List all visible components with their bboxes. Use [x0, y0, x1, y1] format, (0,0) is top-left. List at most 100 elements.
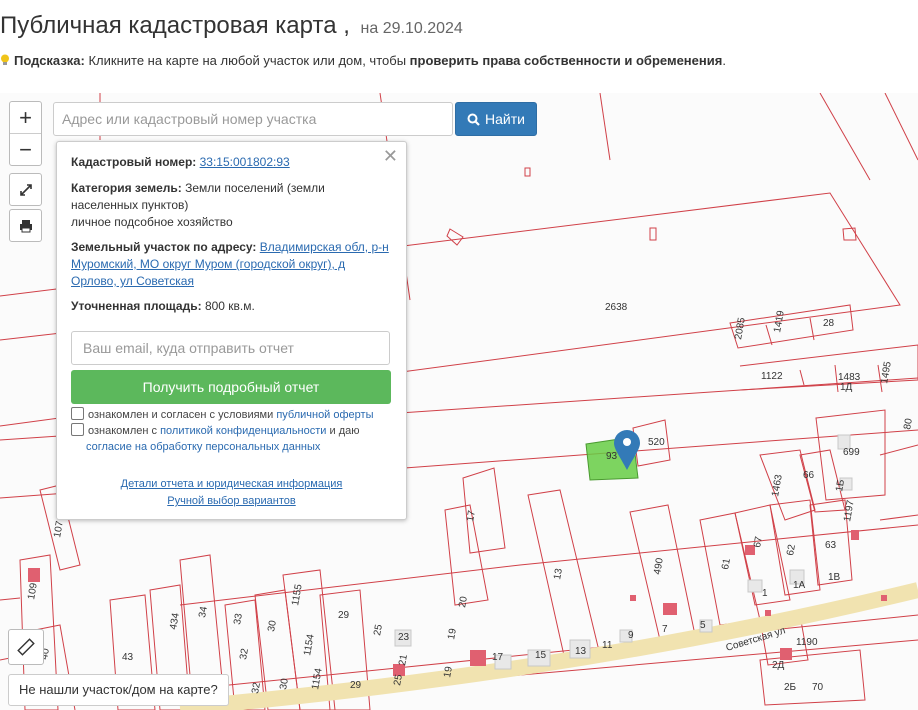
manual-choice-link[interactable]: Ручной выбор вариантов — [57, 495, 406, 507]
cadastral-number-link[interactable]: 33:15:001802:93 — [200, 155, 290, 169]
parcel-number-label: 1197 — [842, 499, 857, 523]
parcel-number-label: 2Д — [772, 660, 785, 671]
parcel-number-label: 15 — [535, 650, 547, 661]
address-link-2[interactable]: Муромский, МО округ Муром (городской окр… — [71, 257, 345, 271]
expand-icon — [19, 183, 32, 196]
parcel-number-label: 7 — [662, 624, 668, 635]
parcel-number-label: 9 — [628, 630, 634, 641]
parcel-number-label: 25 — [372, 623, 385, 636]
privacy-link[interactable]: политикой конфиденциальности — [160, 425, 326, 437]
area-row: Уточненная площадь: 800 кв.м. — [71, 298, 391, 315]
search-button-label: Найти — [485, 111, 525, 127]
parcel-number-label: 1Б — [834, 478, 847, 492]
parcel-number-label: 20 — [457, 595, 470, 608]
parcel-number-label: 1190 — [796, 637, 818, 648]
zoom-in-button[interactable]: + — [10, 102, 41, 133]
parcel-number-label: 30 — [266, 619, 279, 632]
measure-button[interactable] — [8, 629, 44, 665]
search-icon — [467, 113, 480, 126]
parcel-number-label: 70 — [812, 682, 824, 693]
parcel-number-label: 17 — [465, 509, 478, 522]
hint-text: Кликните на карте на любой участок или д… — [84, 53, 410, 68]
parcel-number-label: 699 — [843, 447, 860, 458]
cadastral-number-row: Кадастровый номер: 33:15:001802:93 — [71, 154, 391, 171]
parcel-number-label: 1 — [762, 588, 768, 599]
privacy-checkbox[interactable] — [71, 423, 84, 436]
parcel-number-label: 17 — [492, 652, 504, 663]
email-field[interactable]: Ваш email, куда отправить отчет — [71, 331, 390, 365]
print-button[interactable] — [9, 209, 42, 242]
category-value: Земли поселений (земли — [185, 181, 325, 195]
consent-link[interactable]: согласие на обработку персональных данны… — [86, 441, 320, 453]
parcel-number-label: 1А — [793, 580, 806, 591]
parcel-number-label: 21 — [397, 653, 410, 666]
parcel-number-label: 1В — [828, 572, 841, 583]
title-text: Публичная кадастровая карта , — [0, 12, 350, 39]
printer-icon — [19, 219, 32, 232]
parcel-number-label: 29 — [350, 680, 362, 691]
parcel-number-label: 1495 — [879, 360, 894, 384]
cadastral-label: Кадастровый номер: — [71, 155, 197, 169]
parcel-number-label: 1463 — [770, 473, 785, 497]
hint-line: Подсказка: Кликните на карте на любой уч… — [0, 53, 726, 68]
parcel-number-label: 28 — [823, 318, 835, 329]
address-link-1[interactable]: Владимирская обл, р-н — [260, 240, 389, 254]
parcel-number-label: 1154 — [302, 633, 317, 657]
parcel-number-label: 1122 — [761, 371, 783, 382]
privacy-agreement: ознакомлен с политикой конфиденциальност… — [71, 423, 396, 455]
address-label: Земельный участок по адресу: — [71, 240, 257, 254]
offer-link[interactable]: публичной оферты — [276, 409, 373, 421]
parcel-number-label: 80 — [902, 417, 915, 430]
hint-bold: проверить права собственности и обремене… — [409, 53, 723, 68]
parcel-number-label: 66 — [803, 470, 815, 481]
parcel-number-label: 490 — [652, 557, 666, 576]
area-label: Уточненная площадь: — [71, 299, 202, 313]
parcel-number-label: 23 — [398, 632, 410, 643]
parcel-number-label: 93 — [606, 451, 618, 462]
parcel-number-label: 19 — [442, 665, 455, 678]
parcel-number-label: 32 — [250, 681, 263, 694]
parcel-number-label: 29 — [338, 610, 350, 621]
parcel-number-label: 109 — [26, 582, 40, 601]
address-row: Земельный участок по адресу: Владимирска… — [71, 239, 391, 290]
category-value-2: населенных пунктов) — [71, 198, 189, 212]
parcel-number-label: 34 — [197, 605, 210, 618]
parcel-number-label: 13 — [552, 567, 565, 580]
lightbulb-icon — [1, 54, 9, 65]
zoom-out-button[interactable]: − — [10, 133, 41, 165]
parcel-number-label: 2Б — [784, 682, 797, 693]
parcel-number-label: 32 — [238, 647, 251, 660]
fullscreen-button[interactable] — [9, 173, 42, 206]
parcel-number-label: 33 — [232, 612, 245, 625]
hint-label: Подсказка: — [14, 53, 85, 68]
details-link[interactable]: Детали отчета и юридическая информация — [57, 478, 406, 490]
parcel-number-label: 434 — [168, 612, 182, 631]
parcel-number-label: 1Д — [840, 382, 853, 393]
not-found-button[interactable]: Не нашли участок/дом на карте? — [8, 674, 229, 706]
parcel-number-label: 1419 — [772, 309, 787, 333]
parcel-number-label: 43 — [122, 652, 134, 663]
address-link-3[interactable]: Орлово, ул Советская — [71, 274, 194, 288]
page-title: Публичная кадастровая карта , на 29.10.2… — [0, 12, 463, 40]
parcel-number-label: 13 — [575, 646, 587, 657]
zoom-control: + − — [9, 101, 42, 166]
title-date: на 29.10.2024 — [360, 20, 463, 37]
parcel-number-label: 11 — [602, 640, 613, 651]
parcel-number-label: 520 — [648, 437, 665, 448]
get-report-button[interactable]: Получить подробный отчет — [71, 370, 391, 404]
page-header: Публичная кадастровая карта , на 29.10.2… — [0, 0, 918, 90]
offer-text: ознакомлен и согласен с условиями — [88, 409, 277, 421]
land-category-row: Категория земель: Земли поселений (земли… — [71, 180, 391, 231]
parcel-number-label: 2638 — [605, 302, 628, 313]
parcel-number-label: 2085 — [733, 316, 748, 340]
parcel-number-label: 5 — [700, 620, 706, 631]
parcel-number-label: 63 — [825, 540, 837, 551]
ruler-icon — [17, 638, 35, 656]
parcel-number-label: 19 — [446, 627, 459, 640]
search-button[interactable]: Найти — [455, 102, 537, 136]
offer-checkbox[interactable] — [71, 407, 84, 420]
parcel-number-label: 62 — [785, 543, 798, 556]
area-value: 800 кв.м. — [204, 299, 255, 313]
hint-end: . — [722, 53, 726, 68]
search-input[interactable]: Адрес или кадастровый номер участка — [53, 102, 453, 136]
